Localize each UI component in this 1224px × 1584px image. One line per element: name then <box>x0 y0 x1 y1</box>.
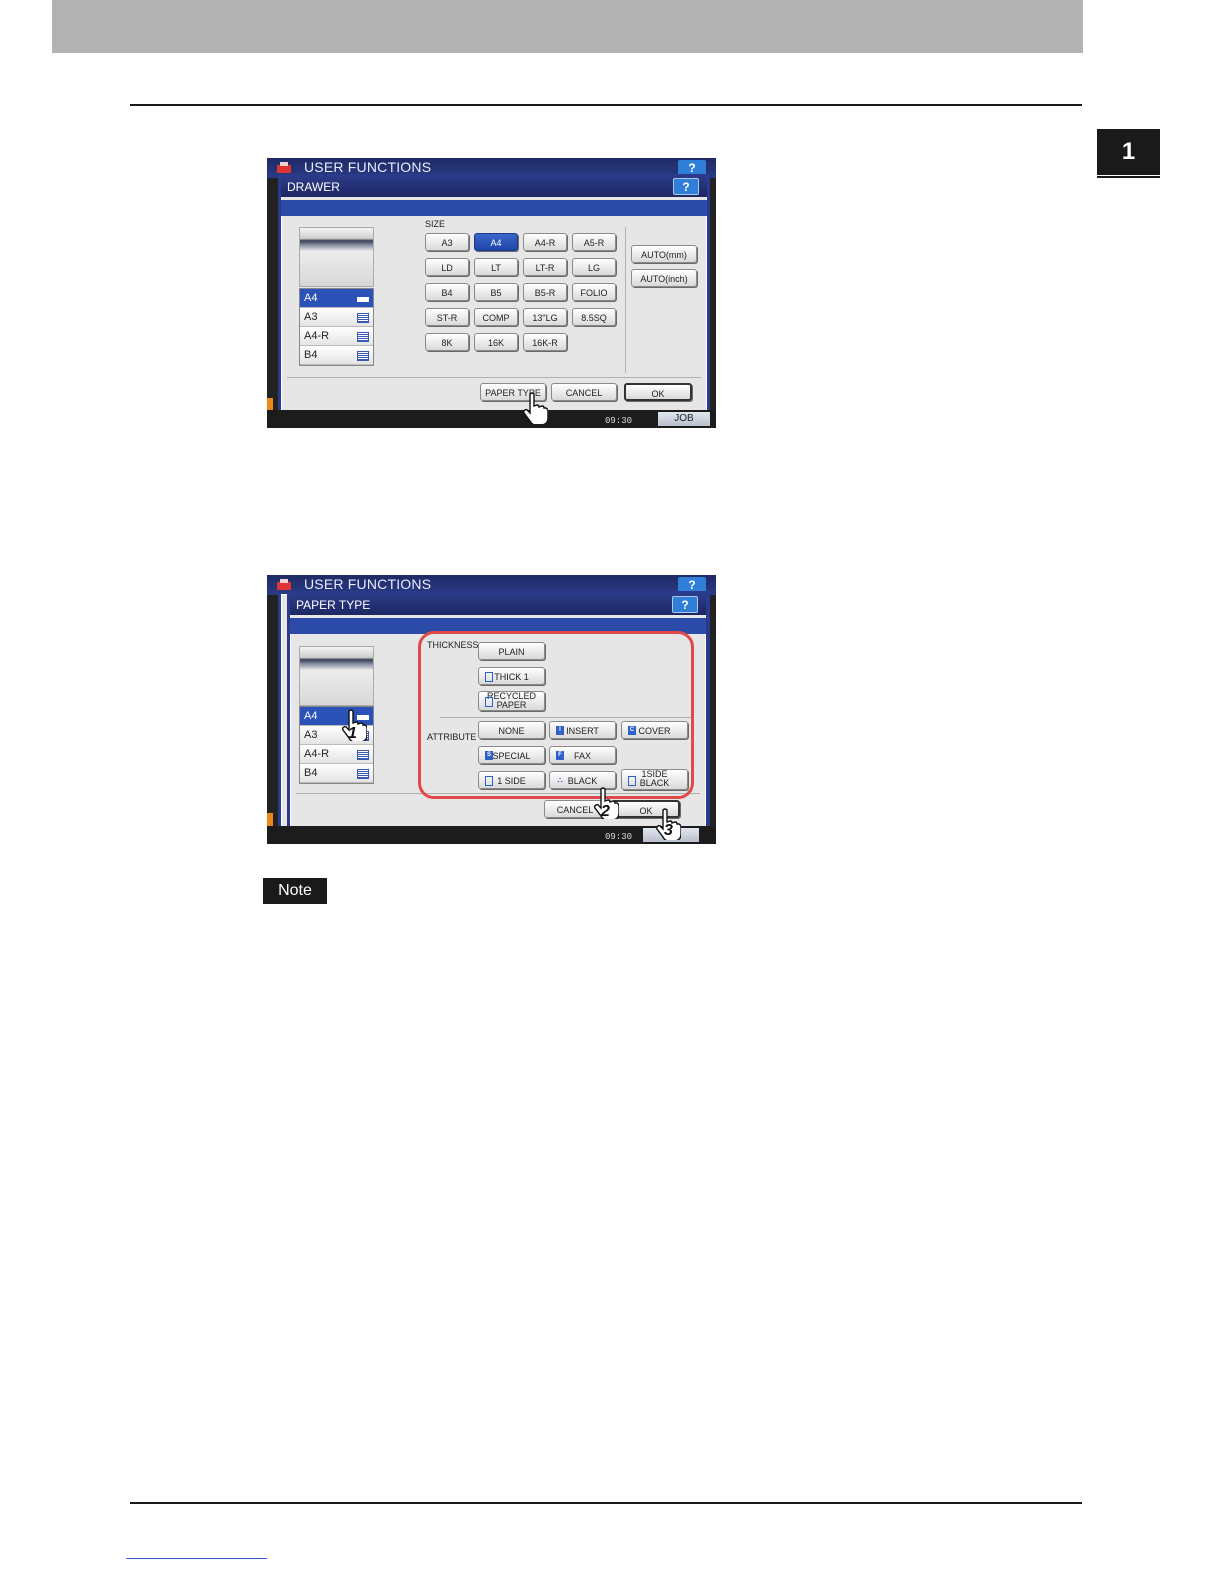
dialog-help-button[interactable]: ? <box>673 178 699 195</box>
size-button-comp[interactable]: COMP <box>474 308 518 326</box>
tray-icon <box>357 351 369 361</box>
footer-link-underline <box>126 1558 267 1559</box>
screenshot-paper-type: USER FUNCTIONS ? PAPER TYPE ? A4 A3 A4-R… <box>267 575 716 844</box>
size-button-85sq[interactable]: 8.5SQ <box>572 308 616 326</box>
cancel-button[interactable]: CANCEL <box>551 383 617 401</box>
drawer-item-b4[interactable]: B4 <box>300 764 373 783</box>
drawer-label: A4 <box>304 292 318 304</box>
size-button-8k[interactable]: 8K <box>425 333 469 351</box>
tray-icon <box>357 750 369 760</box>
step-number-2: 2 <box>601 803 610 820</box>
size-button-folio[interactable]: FOLIO <box>572 283 616 301</box>
clock: 09:30 <box>605 416 633 426</box>
ok-button[interactable]: OK <box>624 383 692 401</box>
drawer-item-a4[interactable]: A4 <box>300 289 373 308</box>
pointer-hand-icon <box>522 392 548 424</box>
size-button-a4[interactable]: A4 <box>474 233 518 251</box>
size-button-lt[interactable]: LT <box>474 258 518 276</box>
drawer-label: A4-R <box>304 748 330 760</box>
size-button-16k[interactable]: 16K <box>474 333 518 351</box>
printer-logo-icon <box>277 162 291 173</box>
highlight-frame <box>418 631 694 799</box>
size-button-b5-r[interactable]: B5-R <box>523 283 567 301</box>
screenshot-drawer: USER FUNCTIONS ? DRAWER ? A4 A3 A4-R B4 … <box>267 158 716 428</box>
job-status-button[interactable]: JOB STATUS <box>658 412 710 428</box>
drawer-item-a3[interactable]: A3 <box>300 308 373 327</box>
orange-stripe <box>267 813 273 827</box>
drawer-label: B4 <box>304 349 318 361</box>
chapter-tab: 1 <box>1097 129 1160 175</box>
app-title: USER FUNCTIONS <box>304 159 432 175</box>
step-number-1: 1 <box>348 725 357 742</box>
size-button-a3[interactable]: A3 <box>425 233 469 251</box>
drawer-item-a4-r[interactable]: A4-R <box>300 327 373 346</box>
header-rule <box>130 104 1082 106</box>
note-badge: Note <box>263 878 327 904</box>
auto-mm-button[interactable]: AUTO(mm) <box>631 245 697 263</box>
size-button-16k-r[interactable]: 16K-R <box>523 333 567 351</box>
size-button-a5-r[interactable]: A5-R <box>572 233 616 251</box>
tray-icon <box>357 332 369 342</box>
divider <box>625 227 626 373</box>
drawer-label: A4-R <box>304 330 330 342</box>
drawer-item-b4[interactable]: B4 <box>300 346 373 365</box>
step-number-3: 3 <box>664 822 673 839</box>
dialog-title: PAPER TYPE <box>290 595 706 615</box>
dialog-band <box>281 200 707 216</box>
drawer-label: A3 <box>304 729 318 741</box>
clock: 09:30 <box>605 832 633 842</box>
status-strip: 09:30 JOB STATUS <box>267 826 716 844</box>
divider <box>287 377 701 378</box>
size-button-lg[interactable]: LG <box>572 258 616 276</box>
drawer-label: A4 <box>304 710 318 722</box>
drawer-list: A4 A3 A4-R B4 <box>299 288 374 366</box>
auto-inch-button[interactable]: AUTO(inch) <box>631 269 697 287</box>
size-button-13lg[interactable]: 13"LG <box>523 308 567 326</box>
copier-image <box>299 646 374 706</box>
size-button-a4-r[interactable]: A4-R <box>523 233 567 251</box>
drawer-dialog: DRAWER ? A4 A3 A4-R B4 SIZE A3 A4 A4-R A… <box>278 174 710 418</box>
size-button-b4[interactable]: B4 <box>425 283 469 301</box>
size-button-ld[interactable]: LD <box>425 258 469 276</box>
tray-icon <box>357 297 369 302</box>
copier-image <box>299 227 374 287</box>
dialog-help-button[interactable]: ? <box>672 596 698 613</box>
size-button-b5[interactable]: B5 <box>474 283 518 301</box>
drawer-label: B4 <box>304 767 318 779</box>
tray-icon <box>357 313 369 323</box>
size-label: SIZE <box>425 219 446 229</box>
size-button-lt-r[interactable]: LT-R <box>523 258 567 276</box>
tray-icon <box>357 769 369 779</box>
size-button-st-r[interactable]: ST-R <box>425 308 469 326</box>
header-band <box>52 0 1083 53</box>
printer-logo-icon <box>277 579 291 590</box>
chapter-tab-underline <box>1097 176 1160 178</box>
app-title: USER FUNCTIONS <box>304 576 432 592</box>
drawer-item-a4-r[interactable]: A4-R <box>300 745 373 764</box>
dialog-title: DRAWER <box>281 177 707 197</box>
drawer-label: A3 <box>304 311 318 323</box>
footer-rule <box>130 1502 1082 1504</box>
status-strip: 09:30 JOB STATUS <box>267 410 716 428</box>
